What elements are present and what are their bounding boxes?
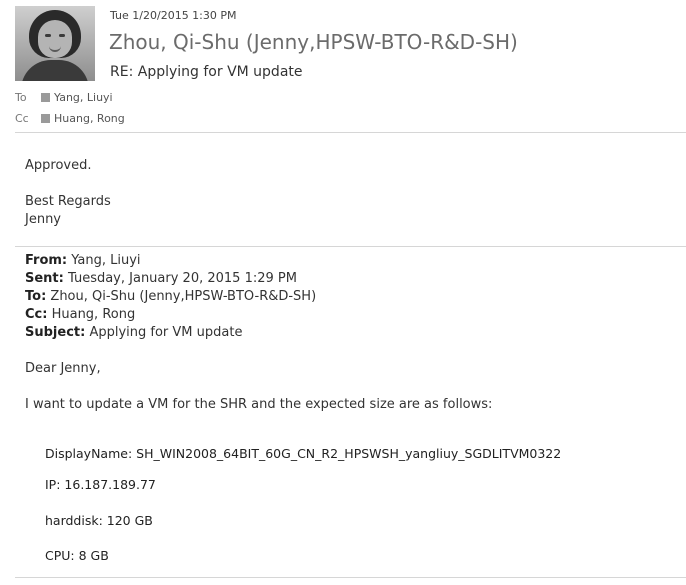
reply-approved: Approved.	[25, 158, 92, 173]
original-subject: Subject: Applying for VM update	[25, 325, 242, 340]
subject-value: Applying for VM update	[85, 325, 243, 340]
sender-name[interactable]: Zhou, Qi-Shu (Jenny,HPSW-BTO-R&D-SH)	[109, 30, 518, 54]
cc-row: Cc Huang, Rong	[15, 112, 125, 125]
cc-recipient[interactable]: Huang, Rong	[54, 112, 125, 125]
from-value: Yang, Liuyi	[67, 253, 141, 268]
from-label: From:	[25, 253, 68, 268]
cc-label: Cc	[15, 112, 29, 125]
vm-display-name: DisplayName: SH_WIN2008_64BIT_60G_CN_R2_…	[45, 446, 562, 461]
greeting: Dear Jenny,	[25, 361, 101, 376]
to-row: To Yang, Liuyi	[15, 91, 113, 104]
vm-harddisk: harddisk: 120 GB	[45, 513, 153, 528]
cc-field-value: Huang, Rong	[47, 307, 136, 322]
cc-field-label: Cc:	[25, 307, 48, 322]
header-divider	[15, 132, 686, 133]
original-sent: Sent: Tuesday, January 20, 2015 1:29 PM	[25, 271, 297, 286]
intro-line: I want to update a VM for the SHR and th…	[25, 397, 493, 412]
vm-ip: IP: 16.187.189.77	[45, 477, 156, 492]
quote-divider	[15, 246, 686, 247]
original-cc: Cc: Huang, Rong	[25, 307, 135, 322]
original-to: To: Zhou, Qi-Shu (Jenny,HPSW-BTO-R&D-SH)	[25, 289, 316, 304]
reply-signature: Jenny	[25, 212, 62, 227]
to-field-label: To:	[25, 289, 47, 304]
to-field-value: Zhou, Qi-Shu (Jenny,HPSW-BTO-R&D-SH)	[46, 289, 317, 304]
sent-label: Sent:	[25, 271, 64, 286]
sender-avatar[interactable]	[15, 6, 95, 81]
to-recipient[interactable]: Yang, Liuyi	[54, 91, 113, 104]
bottom-divider	[15, 577, 686, 578]
sent-value: Tuesday, January 20, 2015 1:29 PM	[63, 271, 297, 286]
vm-cpu: CPU: 8 GB	[45, 548, 109, 563]
contact-square-icon	[41, 114, 50, 123]
to-label: To	[15, 91, 27, 104]
contact-square-icon	[41, 93, 50, 102]
subject-label: Subject:	[25, 325, 86, 340]
reply-regards: Best Regards	[25, 194, 111, 209]
original-from: From: Yang, Liuyi	[25, 253, 141, 268]
sent-date: Tue 1/20/2015 1:30 PM	[110, 9, 237, 22]
message-header: Tue 1/20/2015 1:30 PM Zhou, Qi-Shu (Jenn…	[0, 0, 686, 132]
message-subject: RE: Applying for VM update	[110, 64, 303, 80]
